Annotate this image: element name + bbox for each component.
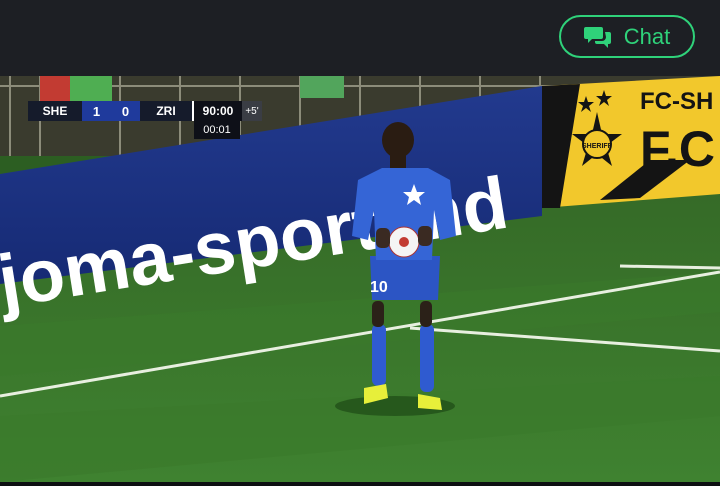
- chat-label: Chat: [623, 23, 671, 49]
- bottom-strip: [0, 482, 720, 486]
- chat-icon: [583, 26, 611, 48]
- left-sock: [372, 324, 386, 386]
- match-video[interactable]: joma-sport.md FC-SH F.C SHERIFF 10: [0, 76, 720, 482]
- stoppage-clock: 00:01: [194, 121, 240, 139]
- away-team: ZRI: [140, 101, 192, 121]
- shorts-number: 10: [370, 279, 388, 296]
- stand-flag-green-2: [300, 76, 344, 98]
- added-time: +5': [242, 101, 262, 121]
- left-glove: [376, 228, 390, 248]
- top-bar: Chat: [0, 0, 720, 76]
- right-sock: [420, 324, 434, 392]
- chat-button[interactable]: Chat: [559, 15, 695, 58]
- away-score: 0: [121, 103, 130, 119]
- head: [382, 122, 414, 158]
- home-score: 1: [92, 103, 101, 119]
- right-glove: [418, 226, 432, 246]
- club-banner-bottom-text: F.C: [640, 121, 715, 177]
- stand-flag-red: [40, 76, 70, 104]
- score: 1 0: [82, 101, 140, 121]
- club-banner-top-text: FC-SH: [640, 88, 713, 115]
- home-team: SHE: [28, 101, 82, 121]
- crest-text: SHERIFF: [582, 143, 613, 150]
- match-clock: 90:00: [192, 101, 242, 121]
- match-scene: joma-sport.md FC-SH F.C SHERIFF 10: [0, 76, 720, 482]
- scoreboard: SHE 1 0 ZRI 90:00 +5': [28, 101, 262, 121]
